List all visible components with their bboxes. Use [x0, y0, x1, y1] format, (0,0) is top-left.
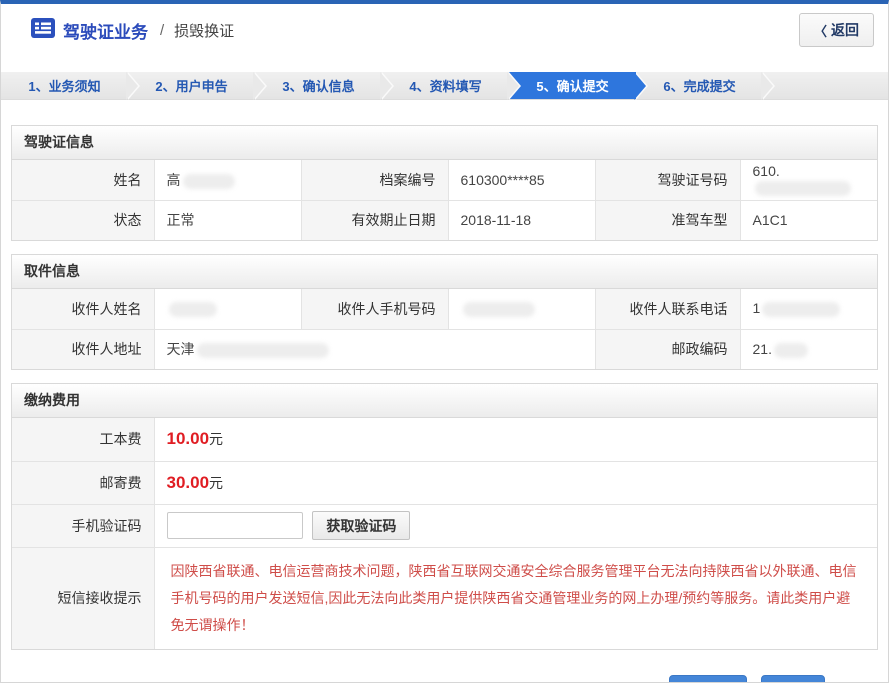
redaction-blur — [755, 181, 851, 196]
table-row: 状态 正常 有效期止日期 2018-11-18 准驾车型 A1C1 — [12, 200, 877, 240]
field-value-file-number: 610300****85 — [448, 160, 595, 200]
redaction-blur — [762, 302, 840, 317]
step-6-complete-submit[interactable]: 6、完成提交 — [636, 72, 763, 99]
sms-notice-text: 因陕西省联通、电信运营商技术问题，陕西省互联网交通安全综合服务管理平台无法向持陕… — [171, 558, 862, 640]
field-label: 状态 — [12, 200, 154, 240]
field-label: 邮寄费 — [12, 461, 154, 504]
license-info-table: 姓名 高 档案编号 610300****85 驾驶证号码 610. 状态 正常 … — [12, 160, 877, 240]
fees-panel: 缴纳费用 工本费 10.00元 邮寄费 30.00元 手机验证码 获取验证码 — [11, 383, 878, 650]
table-row: 收件人姓名 收件人手机号码 收件人联系电话 1 — [12, 289, 877, 329]
step-5-confirm-submit[interactable]: 5、确认提交 — [509, 72, 636, 99]
back-button-label: 返回 — [831, 20, 859, 40]
table-row: 邮寄费 30.00元 — [12, 461, 877, 504]
field-label: 有效期止日期 — [301, 200, 448, 240]
field-value-name: 高 — [154, 160, 301, 200]
page-title: 驾驶证业务 — [63, 18, 148, 43]
table-row: 短信接收提示 因陕西省联通、电信运营商技术问题，陕西省互联网交通安全综合服务管理… — [12, 547, 877, 649]
breadcrumb: 驾驶证业务 / 损毁换证 — [31, 18, 234, 43]
footer-actions: 上一步 完成 — [1, 675, 888, 683]
field-label: 姓名 — [12, 160, 154, 200]
field-value-expiry-date: 2018-11-18 — [448, 200, 595, 240]
get-code-button[interactable]: 获取验证码 — [312, 511, 410, 540]
step-4-fill-data[interactable]: 4、资料填写 — [382, 72, 509, 99]
field-label: 短信接收提示 — [12, 547, 154, 649]
license-info-title: 驾驶证信息 — [12, 126, 877, 160]
fee-unit: 元 — [209, 431, 223, 447]
fees-title: 缴纳费用 — [12, 384, 877, 418]
step-progress-bar: 1、业务须知 2、用户申告 3、确认信息 4、资料填写 5、确认提交 6、完成提… — [1, 72, 888, 100]
fee-unit: 元 — [209, 475, 223, 491]
table-row: 手机验证码 获取验证码 — [12, 504, 877, 547]
step-1-business-notice[interactable]: 1、业务须知 — [1, 72, 128, 99]
pickup-info-table: 收件人姓名 收件人手机号码 收件人联系电话 1 收件人地址 天津 邮政编码 21… — [12, 289, 877, 369]
previous-step-button[interactable]: 上一步 — [669, 675, 747, 683]
pickup-info-panel: 取件信息 收件人姓名 收件人手机号码 收件人联系电话 1 收件人地址 天津 邮政… — [11, 254, 878, 370]
page: 驾驶证业务 / 损毁换证 〈 返回 1、业务须知 2、用户申告 3、确认信息 4… — [0, 0, 889, 683]
field-label: 驾驶证号码 — [595, 160, 740, 200]
page-subtitle: 损毁换证 — [174, 20, 234, 41]
field-value-status: 正常 — [154, 200, 301, 240]
step-bar-filler — [763, 72, 888, 99]
complete-button[interactable]: 完成 — [761, 675, 825, 683]
license-info-panel: 驾驶证信息 姓名 高 档案编号 610300****85 驾驶证号码 610. … — [11, 125, 878, 241]
redaction-blur — [197, 343, 329, 358]
field-label: 准驾车型 — [595, 200, 740, 240]
field-value-production-fee: 10.00元 — [154, 418, 877, 461]
page-header: 驾驶证业务 / 损毁换证 〈 返回 — [1, 4, 888, 56]
step-3-confirm-info[interactable]: 3、确认信息 — [255, 72, 382, 99]
license-card-icon — [31, 18, 55, 43]
field-label: 档案编号 — [301, 160, 448, 200]
fee-amount: 10.00 — [167, 429, 210, 448]
step-2-user-declaration[interactable]: 2、用户申告 — [128, 72, 255, 99]
back-chevron-icon: 〈 — [814, 21, 827, 40]
field-label: 工本费 — [12, 418, 154, 461]
back-button[interactable]: 〈 返回 — [799, 13, 874, 47]
field-value-postal-code: 21. — [740, 329, 877, 369]
field-label: 收件人联系电话 — [595, 289, 740, 329]
field-label: 收件人手机号码 — [301, 289, 448, 329]
table-row: 工本费 10.00元 — [12, 418, 877, 461]
field-value-license-number: 610. — [740, 160, 877, 200]
table-row: 姓名 高 档案编号 610300****85 驾驶证号码 610. — [12, 160, 877, 200]
field-value-recipient-address: 天津 — [154, 329, 595, 369]
field-label: 手机验证码 — [12, 504, 154, 547]
sms-code-cell: 获取验证码 — [154, 504, 877, 547]
sms-code-input[interactable] — [167, 512, 303, 539]
field-value-recipient-name — [154, 289, 301, 329]
redaction-blur — [169, 302, 217, 317]
redaction-blur — [463, 302, 535, 317]
field-value-vehicle-type: A1C1 — [740, 200, 877, 240]
fees-table: 工本费 10.00元 邮寄费 30.00元 手机验证码 获取验证码 短信接收提 — [12, 418, 877, 649]
field-value-recipient-mobile — [448, 289, 595, 329]
redaction-blur — [183, 174, 235, 189]
breadcrumb-separator: / — [160, 22, 164, 39]
field-value-recipient-phone: 1 — [740, 289, 877, 329]
sms-notice-cell: 因陕西省联通、电信运营商技术问题，陕西省互联网交通安全综合服务管理平台无法向持陕… — [154, 547, 877, 649]
fee-amount: 30.00 — [167, 473, 210, 492]
field-label: 收件人地址 — [12, 329, 154, 369]
pickup-info-title: 取件信息 — [12, 255, 877, 289]
redaction-blur — [774, 343, 808, 358]
field-label: 邮政编码 — [595, 329, 740, 369]
table-row: 收件人地址 天津 邮政编码 21. — [12, 329, 877, 369]
field-label: 收件人姓名 — [12, 289, 154, 329]
field-value-mailing-fee: 30.00元 — [154, 461, 877, 504]
